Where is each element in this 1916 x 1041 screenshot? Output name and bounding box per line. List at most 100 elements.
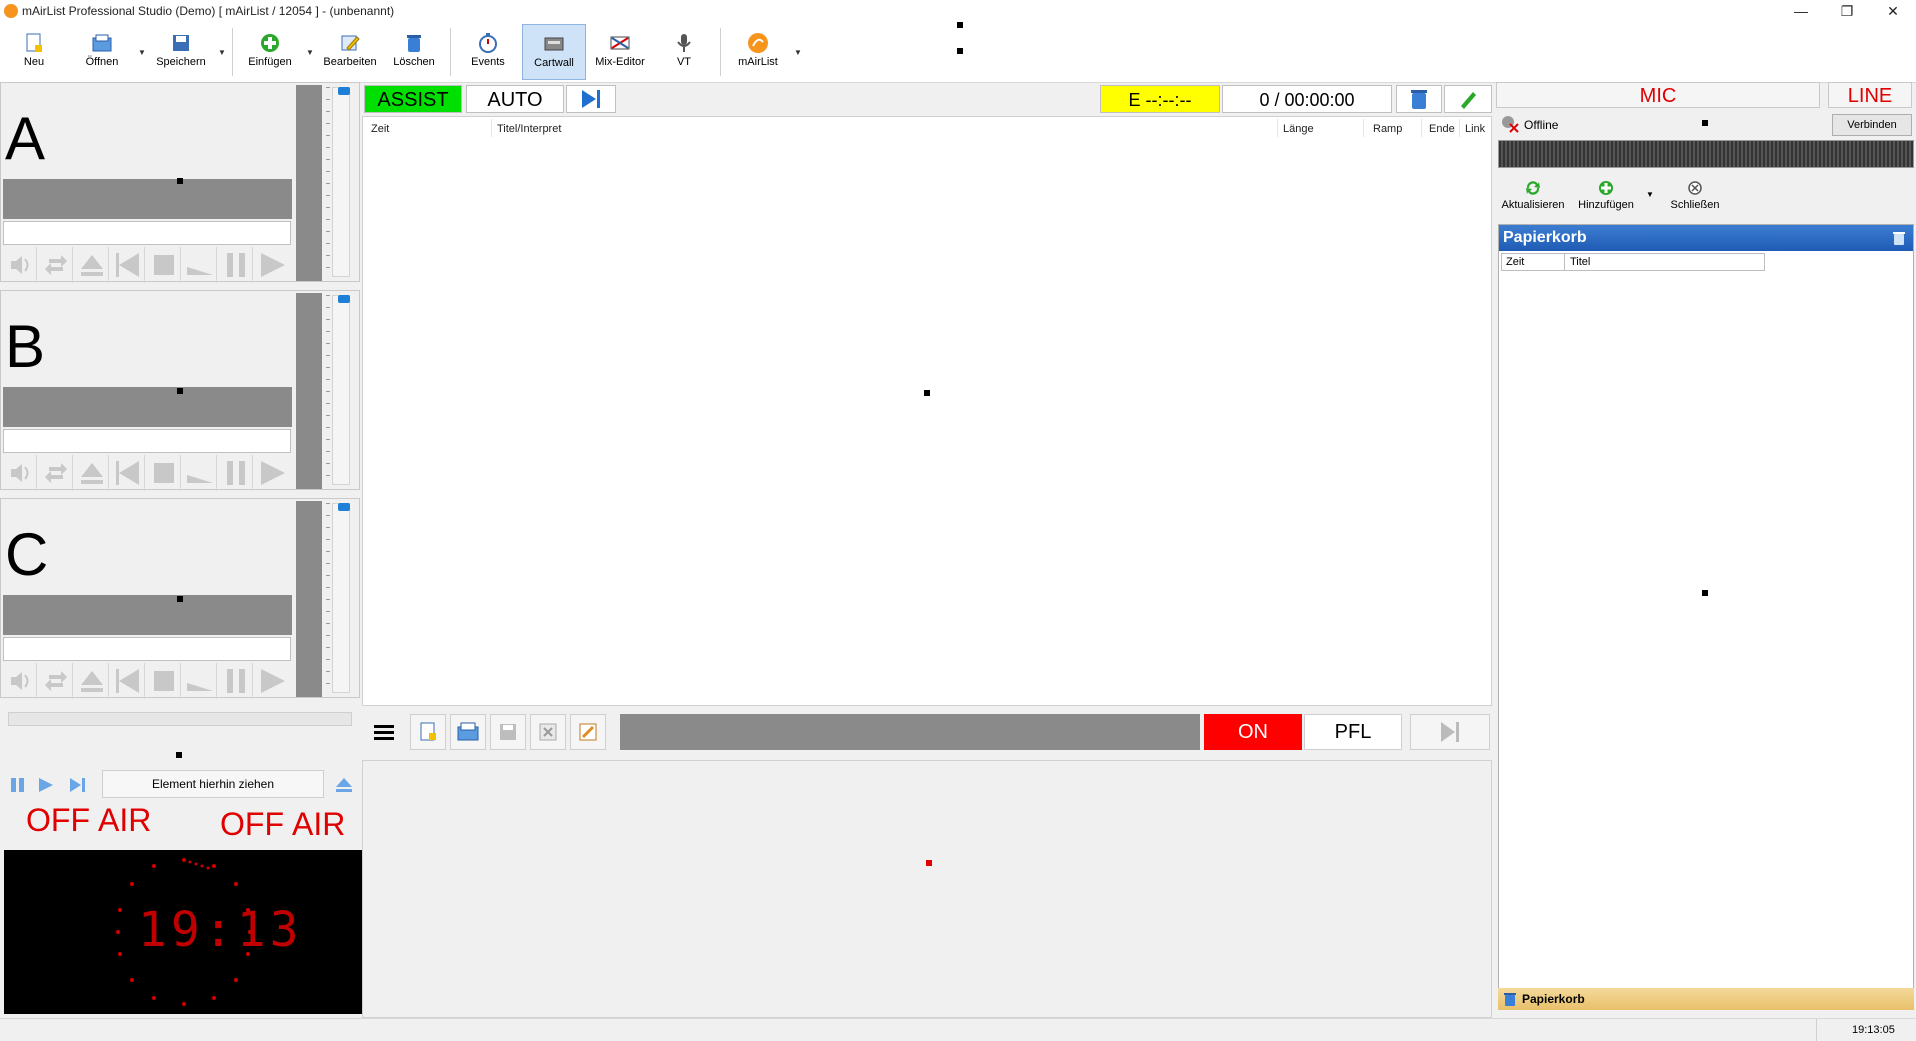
speaker-icon[interactable] [3,455,37,491]
bin-column-time[interactable]: Zeit [1506,256,1524,268]
trash-bin-panel[interactable]: Papierkorb Zeit Titel [1498,224,1914,990]
cart-properties-button[interactable] [570,714,606,750]
column-header-time[interactable]: Zeit [371,123,389,135]
cartwall-area[interactable] [362,760,1492,1018]
assist-mode-button[interactable]: ASSIST [364,85,462,113]
auto-mode-button[interactable]: AUTO [466,85,564,113]
edit-icon [341,35,360,51]
speaker-icon[interactable] [3,247,37,283]
playlist-grid[interactable]: Zeit Titel/Interpret Länge Ramp Ende Lin… [362,116,1492,706]
eject-icon[interactable] [75,455,109,491]
column-header-length[interactable]: Länge [1283,123,1314,135]
column-separator [491,119,492,137]
volume-fader[interactable] [332,295,350,485]
trash-button[interactable] [1396,85,1442,113]
rewind-icon[interactable] [111,455,145,491]
minimize-button[interactable]: — [1778,0,1824,22]
resize-handle [177,388,183,394]
edit-button[interactable]: Bearbeiten [320,24,380,80]
column-header-title[interactable]: Titel/Interpret [497,123,561,135]
on-button[interactable]: ON [1204,714,1302,750]
column-header-end[interactable]: Ende [1429,123,1455,135]
stop-icon[interactable] [147,663,181,699]
column-header-ramp[interactable]: Ramp [1373,123,1402,135]
play-icon[interactable] [255,247,289,283]
drop-zone[interactable]: Element hierhin ziehen [102,770,324,798]
loop-icon[interactable] [39,247,73,283]
close-panel-button[interactable]: Schließen [1664,180,1726,211]
speaker-icon[interactable] [3,663,37,699]
save-button[interactable]: Speichern [154,24,208,80]
pause-icon[interactable] [219,663,253,699]
loop-icon[interactable] [39,663,73,699]
mairlist-dropdown-icon[interactable]: ▼ [794,48,802,57]
title-bar: mAirList Professional Studio (Demo) [ mA… [0,0,1916,22]
play-icon[interactable] [36,776,56,794]
close-button[interactable]: ✕ [1870,0,1916,22]
cartwall-button[interactable]: Cartwall [522,24,586,80]
loop-icon[interactable] [39,455,73,491]
volume-fader[interactable] [332,503,350,693]
edit-pencil-button[interactable] [1444,85,1492,113]
skip-next-button[interactable] [566,85,616,113]
eject-icon[interactable] [334,776,354,794]
pause-icon[interactable] [219,455,253,491]
fade-icon[interactable] [183,663,217,699]
events-button[interactable]: Events [462,24,514,80]
pfl-button[interactable]: PFL [1304,714,1402,750]
fade-icon[interactable] [183,247,217,283]
fader-knob[interactable] [338,503,350,511]
deck-title-bar [3,387,292,427]
status-separator [1816,1019,1817,1041]
status-bar: 19:13:05 [0,1018,1916,1041]
fader-knob[interactable] [338,295,350,303]
insert-button[interactable]: Einfügen [244,24,296,80]
bin-footer-tab[interactable]: Papierkorb [1498,988,1914,1010]
rewind-icon[interactable] [111,663,145,699]
save-cart-button[interactable] [490,714,526,750]
column-header-link[interactable]: Link [1465,123,1485,135]
stop-icon[interactable] [147,455,181,491]
clear-cart-button[interactable] [530,714,566,750]
vt-button[interactable]: VT [664,24,704,80]
mix-editor-button[interactable]: Mix-Editor [590,24,650,80]
restore-button[interactable]: ❐ [1824,0,1870,22]
stop-icon[interactable] [147,247,181,283]
refresh-icon [1526,181,1540,195]
add-button[interactable]: Hinzufügen [1574,180,1638,211]
delete-button[interactable]: Löschen [390,24,438,80]
stopwatch-icon [479,33,497,53]
insert-dropdown-icon[interactable]: ▼ [306,48,314,57]
eject-icon[interactable] [75,247,109,283]
deck-controls [3,247,292,283]
deck-info-field [3,221,291,245]
fader-ticks [326,295,330,485]
position-slider[interactable] [8,712,352,726]
fader-knob[interactable] [338,87,350,95]
status-time: 19:13:05 [1852,1024,1895,1036]
fade-icon[interactable] [183,455,217,491]
add-dropdown-icon[interactable]: ▼ [1646,190,1654,199]
hamburger-menu-icon[interactable] [366,714,402,750]
volume-fader[interactable] [332,87,350,277]
bin-column-title[interactable]: Titel [1570,256,1590,268]
play-icon[interactable] [255,663,289,699]
cart-skip-button[interactable] [1410,714,1490,750]
pause-icon[interactable] [219,247,253,283]
eject-icon[interactable] [75,663,109,699]
open-dropdown-icon[interactable]: ▼ [138,48,146,57]
skip-next-icon[interactable] [68,776,88,794]
play-icon[interactable] [255,455,289,491]
rewind-icon[interactable] [111,247,145,283]
open-button[interactable]: Öffnen [78,24,126,80]
new-cart-button[interactable] [410,714,446,750]
refresh-button[interactable]: Aktualisieren [1500,180,1566,211]
connect-button[interactable]: Verbinden [1832,114,1912,136]
toolbar-separator [232,28,233,76]
pause-icon[interactable] [8,776,28,794]
open-cart-button[interactable] [450,714,486,750]
save-dropdown-icon[interactable]: ▼ [218,48,226,57]
mairlist-menu-button[interactable]: mAirList [734,24,782,80]
close-label: Schließen [1670,199,1720,211]
new-button[interactable]: Neu [14,24,54,80]
